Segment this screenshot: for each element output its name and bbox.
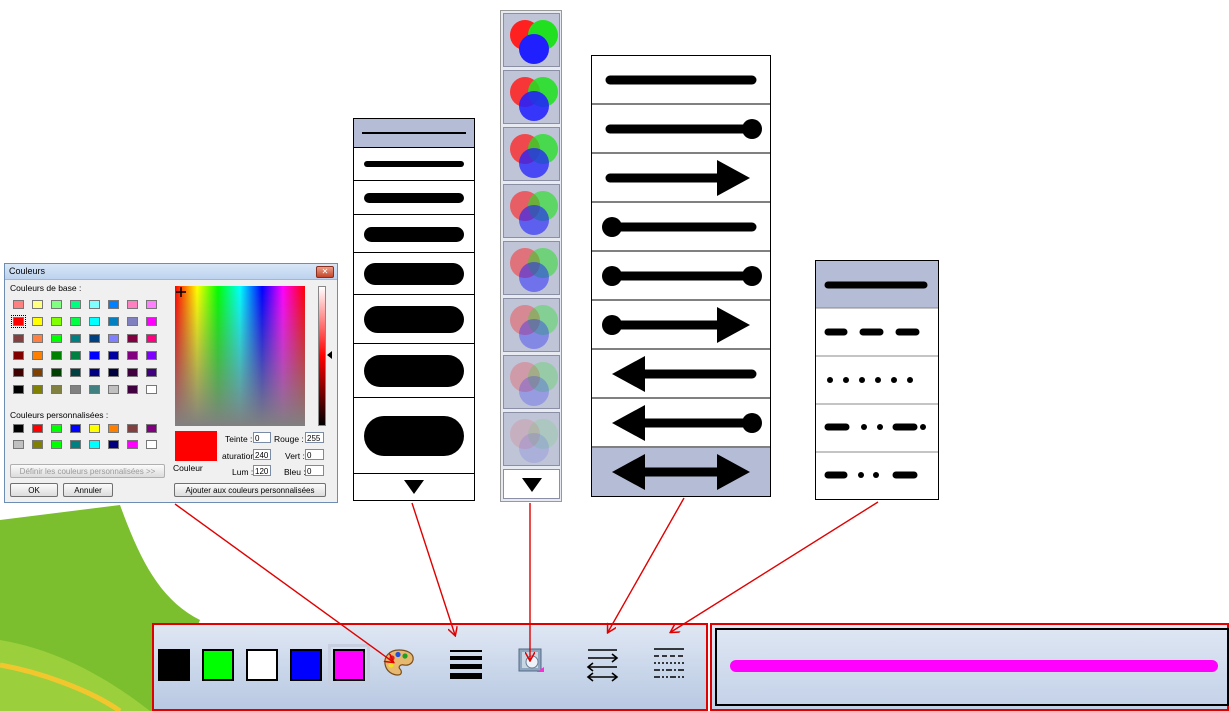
annotation-arrows [174,497,879,711]
